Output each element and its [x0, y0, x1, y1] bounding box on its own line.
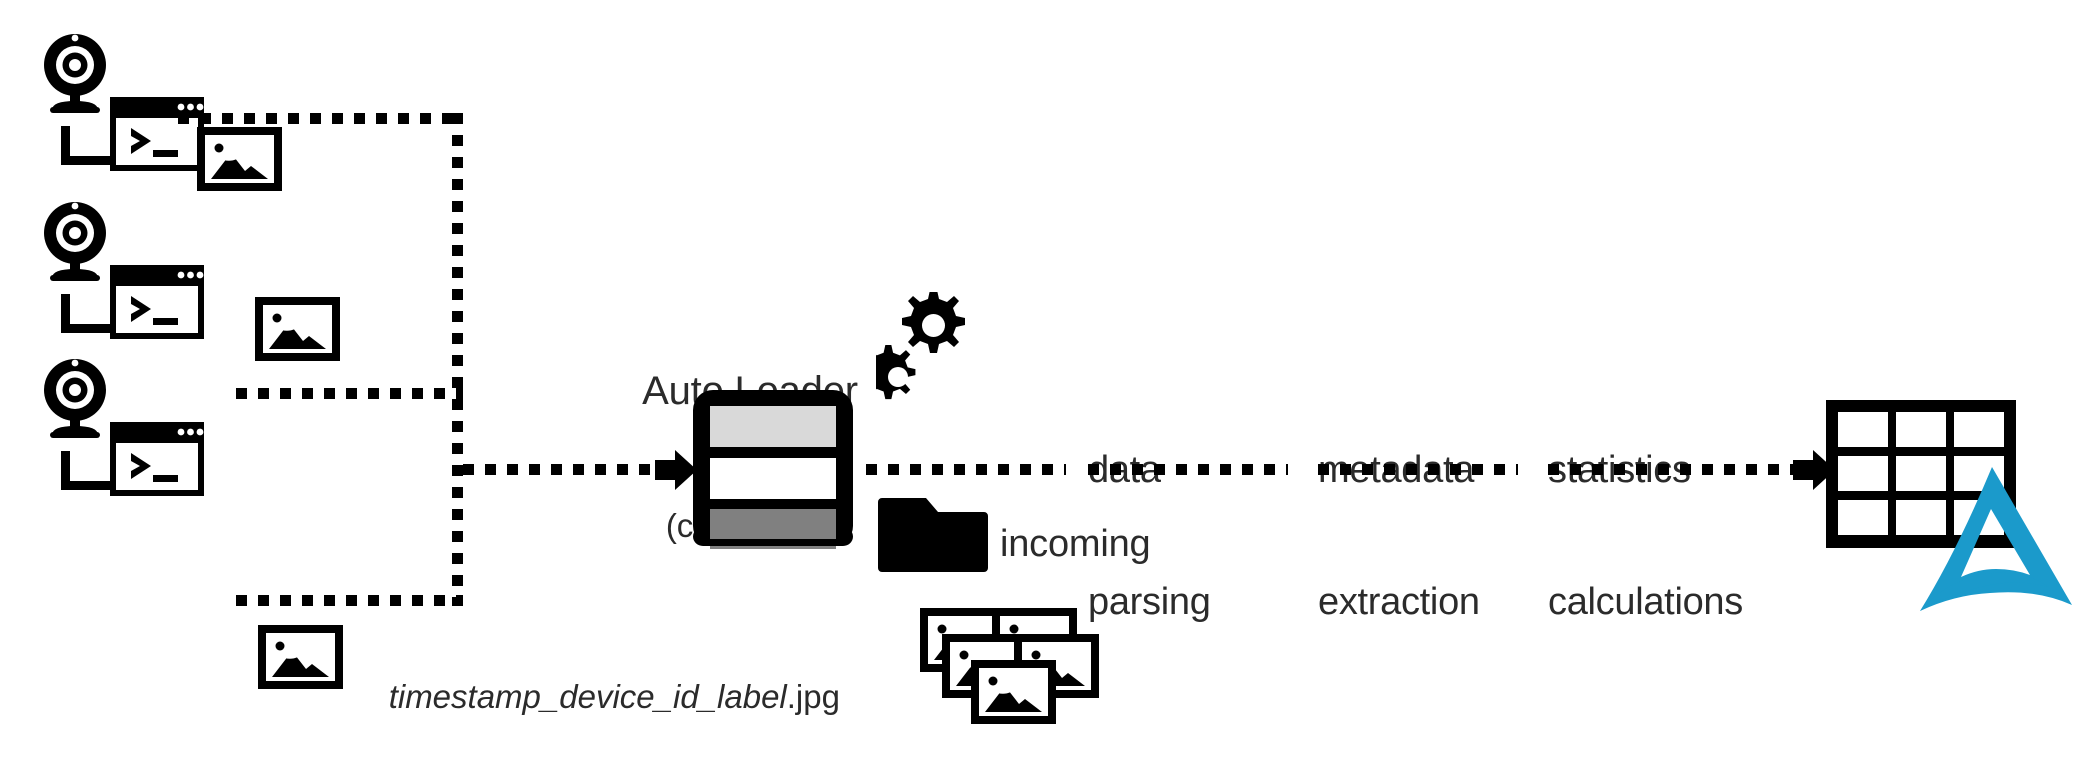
diagram-canvas: timestamp_device_id_label.jpg Auto Loade…	[0, 0, 2090, 758]
stage-line-2: extraction	[1318, 581, 1480, 624]
delta-lake-logo	[1920, 467, 2072, 611]
pipeline-segment-0	[866, 464, 1066, 475]
terminal-window-icon	[110, 265, 204, 339]
data-stack-icon	[693, 390, 853, 549]
terminal-window-icon	[110, 97, 204, 171]
pipeline-segment-2	[1318, 464, 1518, 475]
folder-icon	[878, 498, 988, 572]
image-file-icon	[258, 625, 343, 689]
filename-extension: .jpg	[786, 678, 840, 716]
image-file-icon	[197, 127, 282, 191]
image-file-icon	[971, 660, 1056, 724]
stage-metadata-extraction-label: metadata extraction	[1318, 360, 1480, 713]
connector-branch-3	[236, 595, 463, 606]
image-file-icon	[255, 297, 340, 361]
pipeline-segment-3	[1548, 464, 1796, 475]
connector-branch-2	[236, 388, 463, 399]
filename-stem: timestamp_device_id_label	[388, 678, 787, 716]
stage-statistics-calculations-label: statistics calculations	[1548, 360, 1743, 713]
connector-branch-1	[178, 113, 463, 124]
webcam-icon	[44, 34, 106, 113]
connector-trunk	[452, 113, 463, 606]
terminal-window-icon	[110, 422, 204, 496]
filename-label: timestamp_device_id_label.jpg	[352, 640, 840, 755]
pipeline-segment-1	[1088, 464, 1288, 475]
webcam-icon	[44, 202, 106, 281]
gears-icon	[876, 292, 965, 400]
stage-line-2: calculations	[1548, 581, 1743, 624]
stage-data-parsing-label: data parsing	[1088, 360, 1211, 713]
webcam-icon	[44, 359, 106, 438]
stage-line-2: parsing	[1088, 581, 1211, 624]
